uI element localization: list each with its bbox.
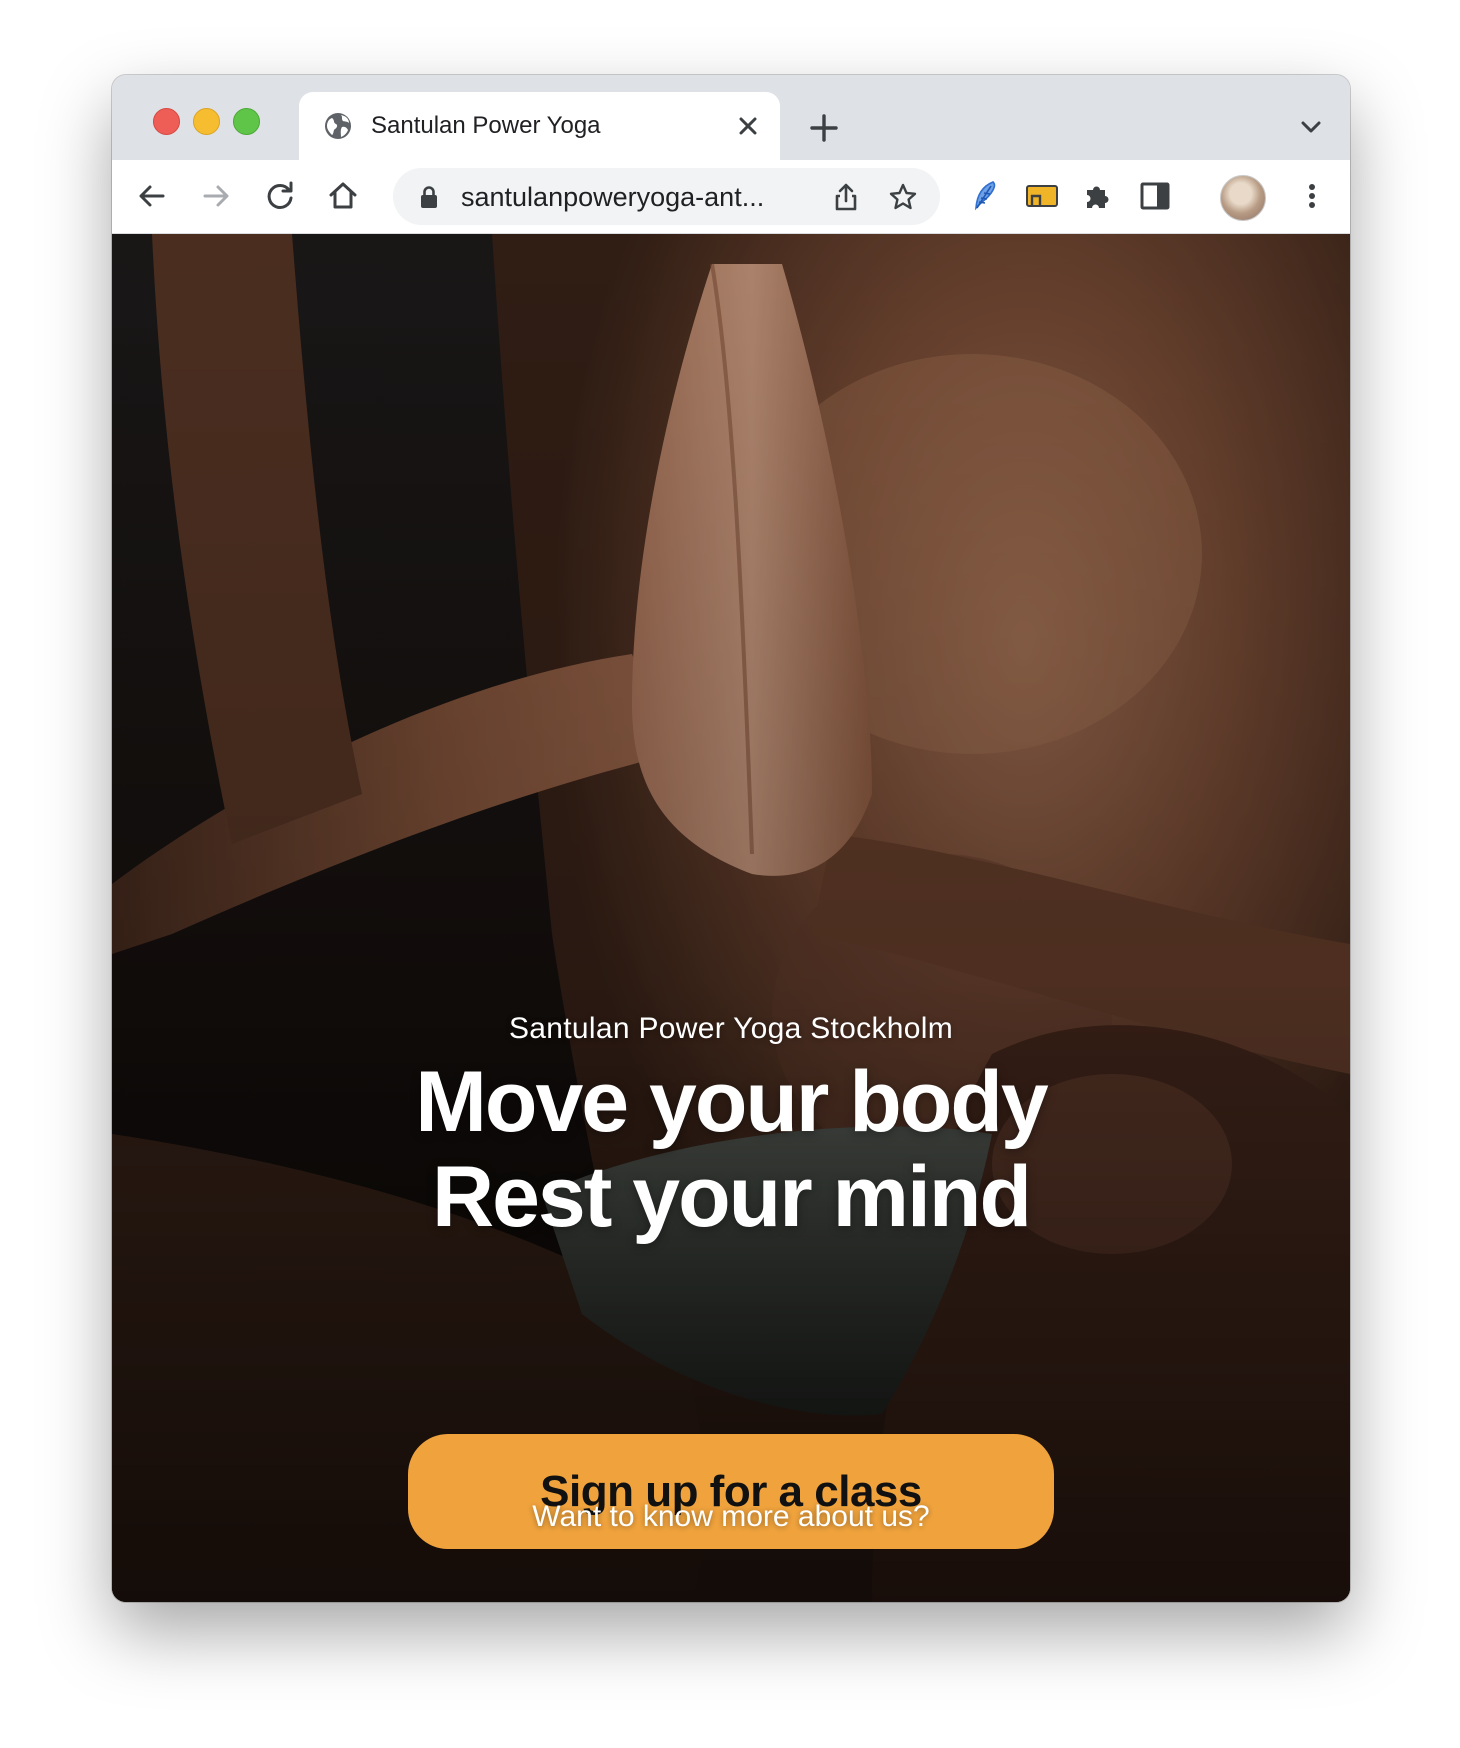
tab-strip: Santulan Power Yoga — [112, 75, 1350, 160]
forward-arrow-icon[interactable] — [198, 178, 234, 214]
puzzle-icon[interactable] — [1080, 178, 1116, 214]
tab-cast-icon[interactable] — [1024, 178, 1060, 214]
maximize-window-button[interactable] — [233, 108, 260, 135]
web-page: Santulan Power Yoga Stockholm Move your … — [112, 234, 1350, 1602]
tab-title: Santulan Power Yoga — [371, 112, 601, 139]
hero-kicker: Santulan Power Yoga Stockholm — [509, 1012, 953, 1045]
avatar[interactable] — [1220, 175, 1266, 221]
back-arrow-icon[interactable] — [134, 178, 170, 214]
kebab-menu-icon[interactable] — [1294, 178, 1330, 214]
hero-section: Santulan Power Yoga Stockholm Move your … — [112, 234, 1350, 1602]
url-text[interactable]: santulanpoweryoga-ant... — [461, 180, 764, 214]
headline-line-1: Move your body — [415, 1054, 1048, 1150]
minimize-window-button[interactable] — [193, 108, 220, 135]
share-icon[interactable] — [831, 181, 861, 213]
active-tab[interactable]: Santulan Power Yoga — [299, 92, 780, 160]
lock-icon[interactable] — [417, 184, 441, 210]
feather-extension-icon[interactable] — [967, 178, 1003, 214]
close-icon[interactable] — [734, 112, 762, 140]
chevron-down-icon[interactable] — [1298, 117, 1324, 137]
plus-icon[interactable] — [807, 111, 841, 145]
address-bar[interactable]: santulanpoweryoga-ant... — [393, 168, 940, 225]
browser-window: Santulan Power Yoga santulanpoweryoga-an… — [112, 75, 1350, 1602]
headline-line-2: Rest your mind — [432, 1149, 1032, 1245]
learn-more-link[interactable]: Want to know more about us? — [112, 1497, 1350, 1537]
reload-icon[interactable] — [262, 178, 298, 214]
close-window-button[interactable] — [153, 108, 180, 135]
star-icon[interactable] — [887, 181, 919, 213]
side-panel-icon[interactable] — [1137, 178, 1173, 214]
browser-toolbar: santulanpoweryoga-ant... — [112, 160, 1350, 234]
home-icon[interactable] — [325, 178, 361, 214]
globe-icon — [325, 113, 351, 139]
